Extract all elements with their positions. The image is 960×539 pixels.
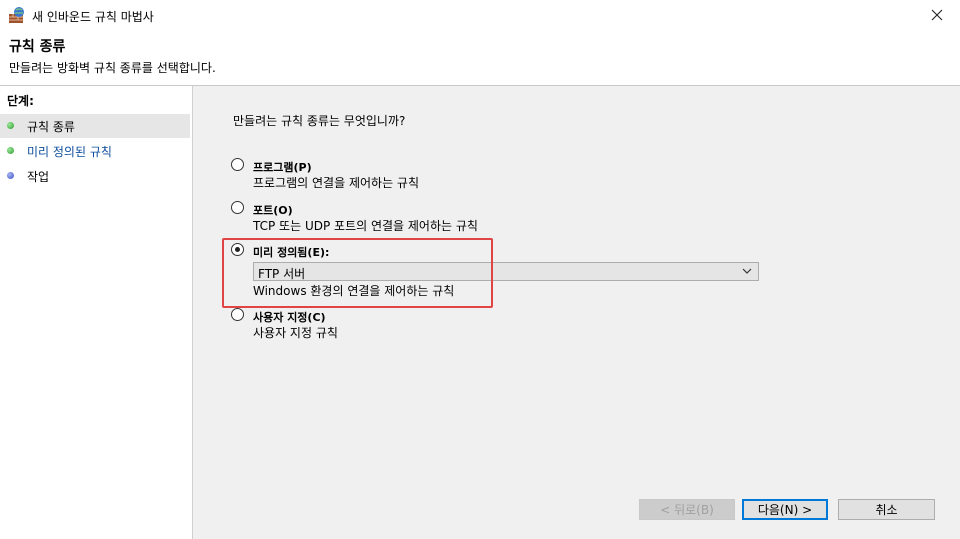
close-icon <box>931 9 943 21</box>
chevron-down-icon <box>742 268 752 274</box>
step-label: 규칙 종류 <box>27 120 75 134</box>
port-radio[interactable] <box>231 201 244 214</box>
next-button[interactable]: 다음(N) > <box>742 499 828 520</box>
step-status-icon <box>7 147 14 154</box>
custom-option-desc: 사용자 지정 규칙 <box>253 326 338 340</box>
port-option-desc: TCP 또는 UDP 포트의 연결을 제어하는 규칙 <box>253 219 478 233</box>
program-radio[interactable] <box>231 158 244 171</box>
wizard-header: 규칙 종류 만들려는 방화벽 규칙 종류를 선택합니다. <box>0 30 960 85</box>
steps-title: 단계: <box>7 94 34 108</box>
program-option-label[interactable]: 프로그램(P) <box>253 159 312 175</box>
custom-option-label[interactable]: 사용자 지정(C) <box>253 309 326 325</box>
window-title: 새 인바운드 규칙 마법사 <box>32 10 154 24</box>
step-rule-type[interactable]: 규칙 종류 <box>0 114 190 138</box>
port-option-label[interactable]: 포트(O) <box>253 202 293 218</box>
custom-radio[interactable] <box>231 308 244 321</box>
firewall-app-icon <box>9 7 24 23</box>
step-status-icon <box>7 122 14 129</box>
main-content: 만들려는 규칙 종류는 무엇입니까? 프로그램(P) 프로그램의 연결을 제어하… <box>193 86 960 539</box>
step-label: 작업 <box>27 170 50 184</box>
step-status-icon <box>7 172 14 179</box>
step-predefined-rules[interactable]: 미리 정의된 규칙 <box>0 139 190 163</box>
steps-panel: 단계: 규칙 종류 미리 정의된 규칙 작업 <box>0 86 193 539</box>
program-option-desc: 프로그램의 연결을 제어하는 규칙 <box>253 176 420 190</box>
step-action[interactable]: 작업 <box>0 164 190 188</box>
cancel-button[interactable]: 취소 <box>838 499 935 520</box>
close-button[interactable] <box>914 0 960 30</box>
title-bar: 새 인바운드 규칙 마법사 <box>0 0 960 30</box>
page-subtitle: 만들려는 방화벽 규칙 종류를 선택합니다. <box>9 61 216 75</box>
step-label: 미리 정의된 규칙 <box>27 145 112 159</box>
highlight-box <box>222 238 493 308</box>
back-button[interactable]: < 뒤로(B) <box>639 499 735 520</box>
rule-type-question: 만들려는 규칙 종류는 무엇입니까? <box>233 114 406 128</box>
page-title: 규칙 종류 <box>9 39 66 55</box>
